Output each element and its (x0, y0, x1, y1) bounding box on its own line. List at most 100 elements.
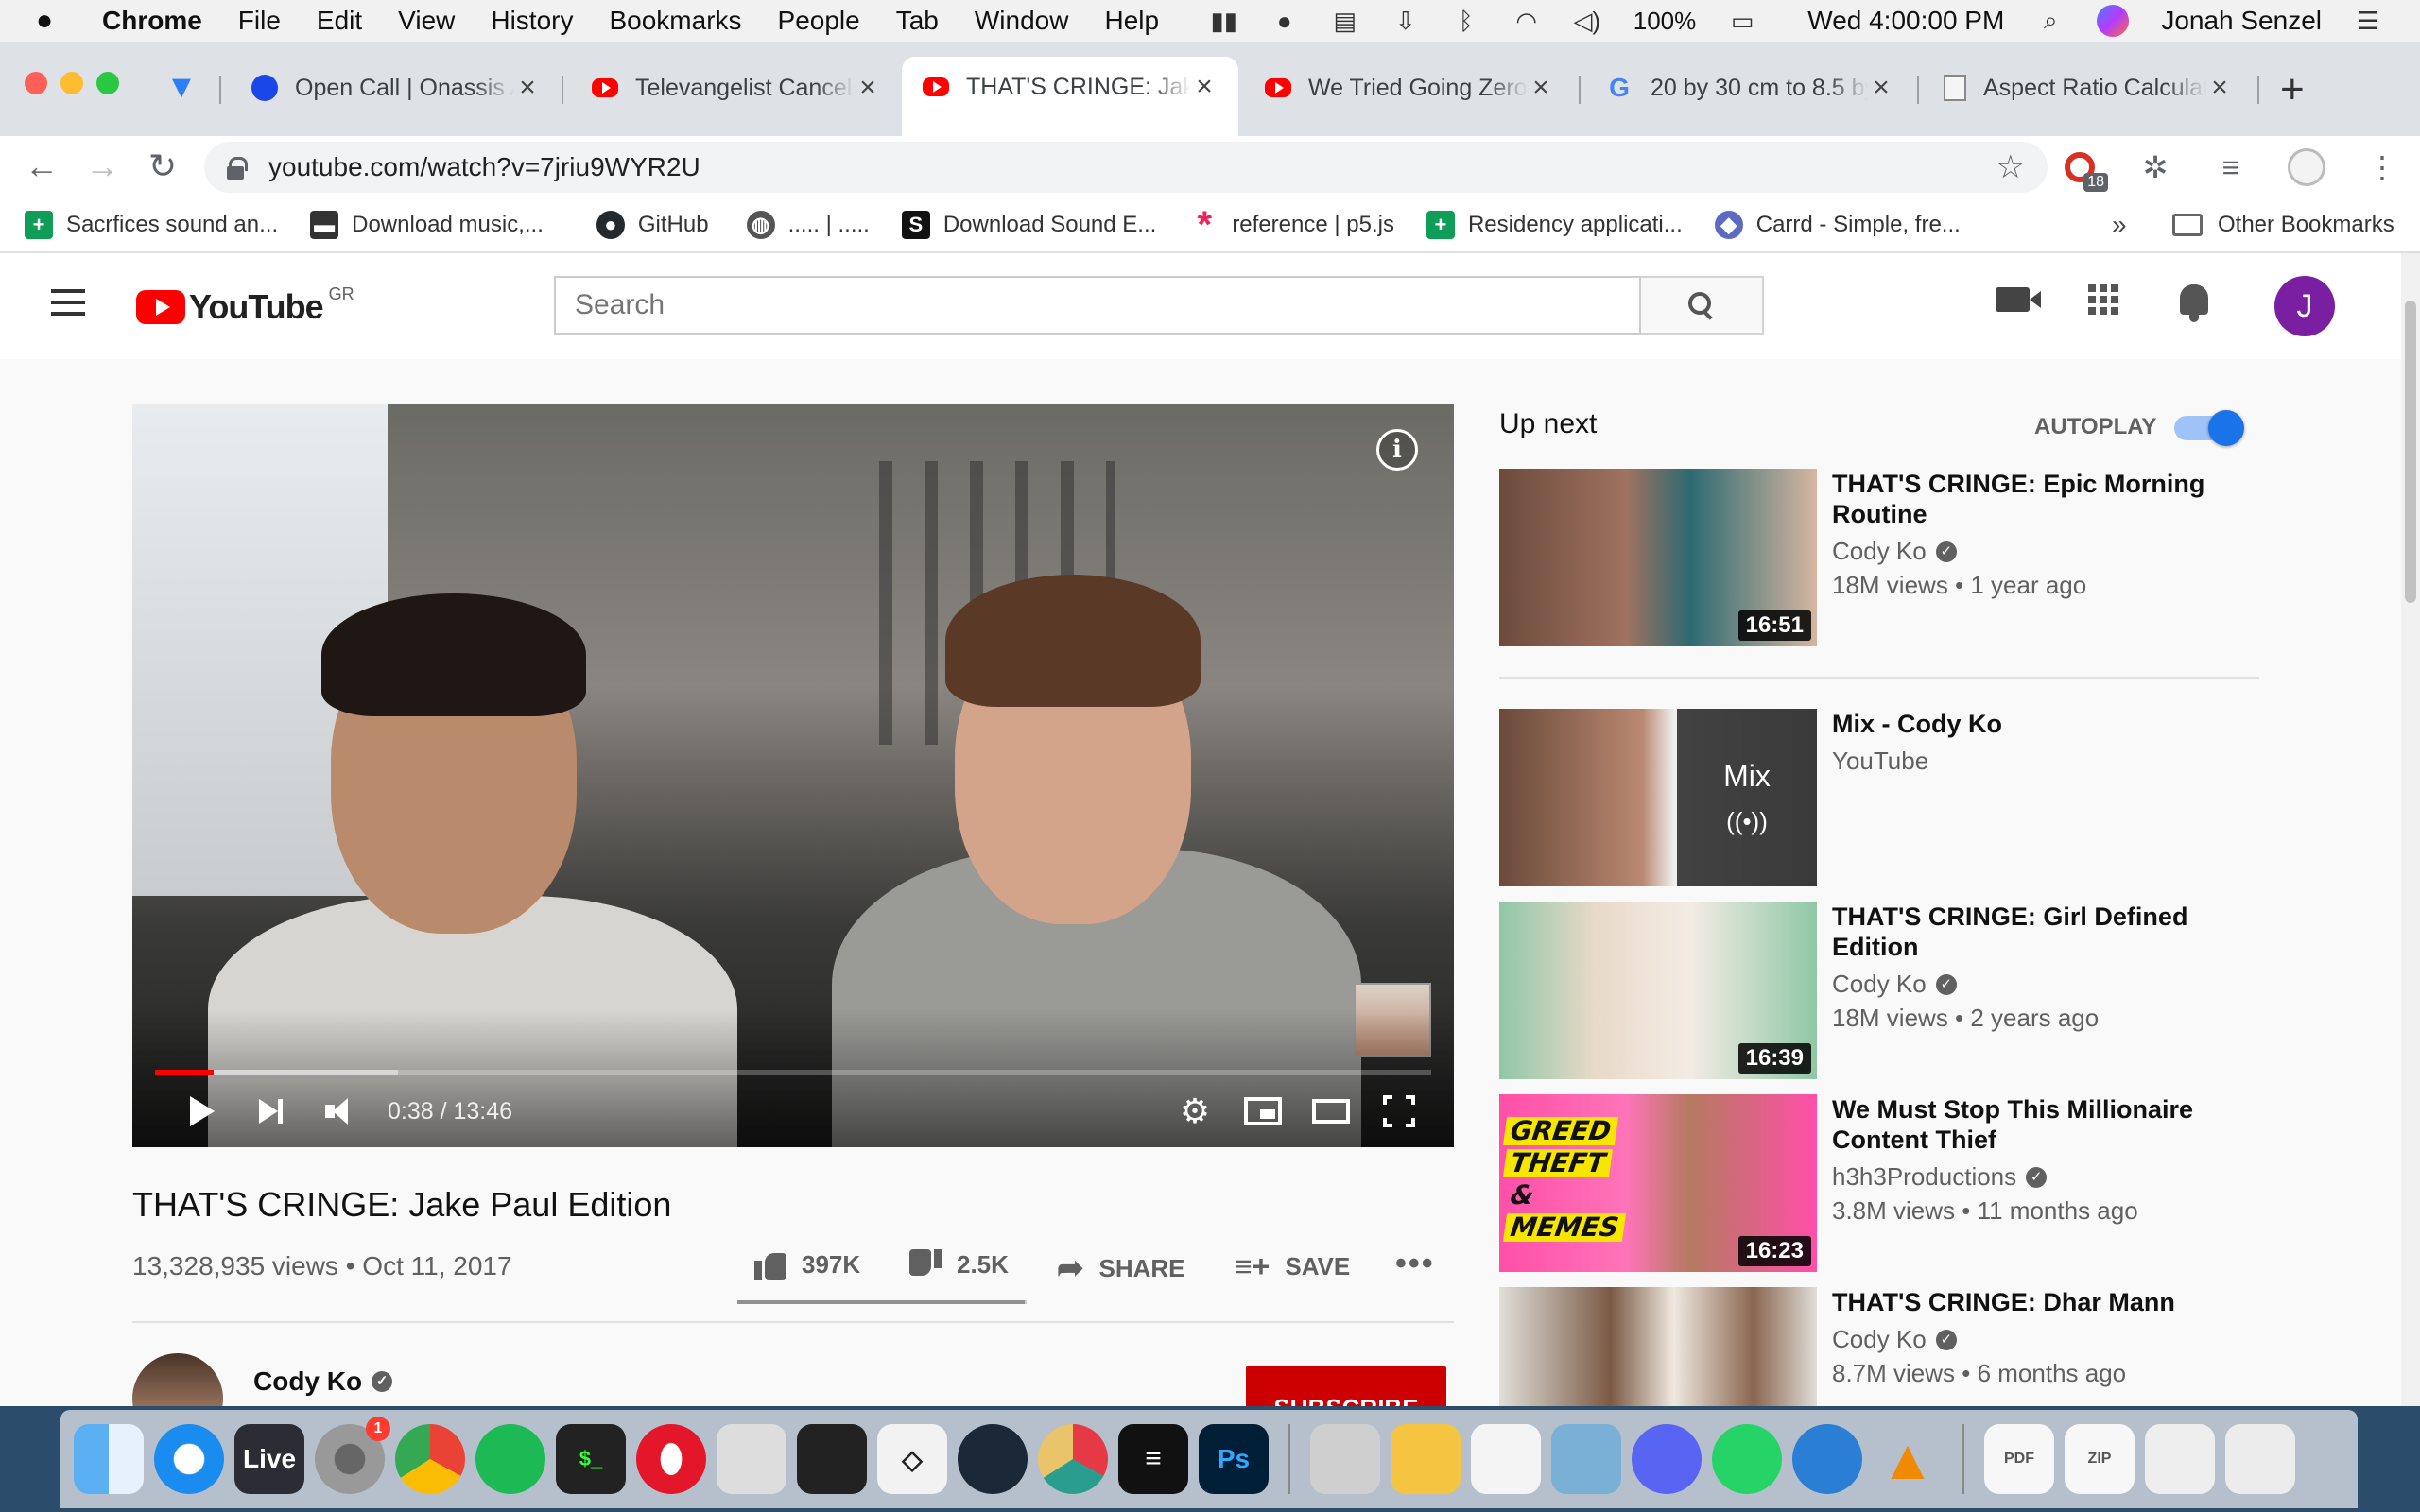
recommendation-channel[interactable]: Cody Ko ✓ (1832, 537, 1957, 566)
url-text[interactable]: youtube.com/watch?v=7jriu9WYR2U (268, 152, 700, 182)
chrome-icon[interactable] (395, 1424, 465, 1494)
theater-mode-button[interactable] (1308, 1092, 1354, 1130)
save-button[interactable]: ≡+ SAVE (1235, 1249, 1350, 1284)
recommendation-channel[interactable]: Cody Ko ✓ (1832, 970, 1957, 999)
ableton-live-icon[interactable]: Live (234, 1424, 304, 1494)
apple-menu-icon[interactable]: ● (36, 5, 74, 37)
bookmark-carrd[interactable]: ◆ Carrd - Simple, fre... (1714, 211, 1961, 239)
recommendation-item[interactable]: 16:39 THAT'S CRINGE: Girl Defined Editio… (1499, 902, 2259, 1079)
share-button[interactable]: ➦ SHARE (1057, 1249, 1185, 1287)
hat-icon[interactable]: ● (1270, 7, 1299, 35)
recommendation-thumbnail[interactable] (1499, 1287, 1817, 1406)
zip-file-icon[interactable]: ZIP (2065, 1424, 2135, 1494)
tab-google-conversion[interactable]: G 20 by 30 cm to 8.5 by 11 × (1584, 59, 1915, 117)
back-arrow-icon[interactable]: ← (23, 147, 60, 185)
bookmark-github[interactable]: ● GitHub (596, 211, 709, 239)
chrome-menu-icon[interactable]: ⋮ (2363, 148, 2401, 186)
recommendation-thumbnail[interactable]: GREED THEFT & MEMES 16:23 (1499, 1094, 1817, 1272)
menu-clock[interactable]: Wed 4:00:00 PM (1807, 6, 2004, 36)
address-bar[interactable]: youtube.com/watch?v=7jriu9WYR2U ☆ (204, 142, 2048, 193)
tab-televangelist[interactable]: Televangelist Cancels × (571, 59, 902, 117)
reaper-icon[interactable] (1038, 1424, 1108, 1494)
pdf-file-icon[interactable]: PDF (1984, 1424, 2054, 1494)
menu-help[interactable]: Help (1104, 6, 1159, 36)
recommendation-title[interactable]: THAT'S CRINGE: Dhar Mann (1832, 1287, 2248, 1317)
dashboard-icon[interactable]: ▮▮ (1210, 7, 1238, 35)
pinned-tab-icon[interactable]: ▼ (163, 70, 200, 104)
bookmarks-overflow-button[interactable]: » (2112, 210, 2127, 240)
notification-center-icon[interactable]: ☰ (2354, 7, 2382, 35)
textedit-icon[interactable] (1471, 1424, 1541, 1494)
menu-history[interactable]: History (491, 6, 573, 36)
steam-icon[interactable] (958, 1424, 1028, 1494)
recommendation-thumbnail[interactable]: 16:51 (1499, 469, 1817, 646)
youtube-logo[interactable]: YouTube GR (136, 284, 354, 327)
bookmark-sacrifices[interactable]: + Sacrfices sound an... (25, 211, 278, 239)
recommendation-item[interactable]: 16:51 THAT'S CRINGE: Epic Morning Routin… (1499, 469, 2259, 646)
unity-icon[interactable]: ◇ (877, 1424, 947, 1494)
wifi-icon[interactable]: ◠ (1512, 7, 1541, 35)
page-scrollbar[interactable] (2401, 253, 2420, 1406)
keychain-icon[interactable] (1310, 1424, 1380, 1494)
minimize-window-button[interactable] (60, 72, 83, 94)
flag-icon[interactable]: ▤ (1331, 7, 1359, 35)
bookmark-dots[interactable]: ◍ ..... | ..... (746, 211, 870, 239)
scrivener-icon[interactable] (717, 1424, 786, 1494)
search-input[interactable] (554, 276, 1641, 335)
siri-icon[interactable] (2097, 5, 2130, 37)
close-window-button[interactable] (25, 72, 47, 94)
tab-open-call[interactable]: Open Call | Onassis AIR × (231, 59, 562, 117)
whatsapp-icon[interactable] (1712, 1424, 1782, 1494)
opera-icon[interactable] (636, 1424, 706, 1494)
media-control-icon[interactable]: ≡ (2212, 148, 2250, 186)
menu-bookmarks[interactable]: Bookmarks (609, 6, 741, 36)
volume-icon[interactable]: ◁) (1573, 7, 1601, 35)
search-button[interactable] (1641, 276, 1764, 335)
bookmark-residency[interactable]: + Residency applicati... (1426, 211, 1683, 239)
menu-people[interactable]: People (778, 6, 860, 36)
hamburger-menu-icon[interactable] (51, 289, 85, 316)
lock-icon[interactable] (227, 157, 248, 180)
bluetooth-icon[interactable]: ᛒ (1452, 7, 1480, 35)
text-editor-icon[interactable]: ≡ (1118, 1424, 1188, 1494)
forward-arrow-icon[interactable]: → (83, 147, 121, 185)
recommendation-thumbnail[interactable]: 16:39 (1499, 902, 1817, 1079)
new-tab-button[interactable]: + (2280, 66, 2305, 113)
vlc-icon[interactable]: ▲ (1873, 1424, 1943, 1494)
subscribe-button[interactable]: SUBSCRIBE (1246, 1366, 1446, 1406)
create-video-icon[interactable] (1989, 276, 2041, 323)
notifications-bell-icon[interactable] (2170, 276, 2218, 323)
adblock-extension-icon[interactable]: 18 (2061, 148, 2108, 192)
battery-icon[interactable]: ▭ (1728, 7, 1756, 35)
spotify-icon[interactable] (475, 1424, 545, 1494)
menu-tab[interactable]: Tab (896, 6, 939, 36)
tab-close-icon[interactable]: × (2206, 72, 2233, 104)
download-icon[interactable]: ⇩ (1392, 7, 1420, 35)
fullscreen-button[interactable] (1378, 1092, 1420, 1130)
spotlight-search-icon[interactable]: ⌕ (2036, 6, 2065, 34)
safari-icon[interactable] (154, 1424, 224, 1494)
activity-monitor-icon[interactable] (797, 1424, 867, 1494)
play-button[interactable] (183, 1092, 221, 1130)
menu-view[interactable]: View (398, 6, 455, 36)
like-button[interactable]: 397K (754, 1249, 860, 1280)
tab-close-icon[interactable]: × (1868, 72, 1894, 104)
menu-app-name[interactable]: Chrome (102, 6, 202, 36)
menu-file[interactable]: File (238, 6, 281, 36)
channel-avatar[interactable] (132, 1353, 223, 1406)
info-icon[interactable]: i (1376, 429, 1418, 471)
reload-icon[interactable]: ↻ (144, 147, 182, 185)
recommendation-item[interactable]: THAT'S CRINGE: Dhar Mann Cody Ko ✓ 8.7M … (1499, 1287, 2259, 1406)
zoom-window-button[interactable] (96, 72, 119, 94)
recommendation-channel[interactable]: YouTube (1832, 747, 1928, 776)
scrollbar-thumb[interactable] (2405, 301, 2416, 603)
trash-icon[interactable] (2225, 1424, 2295, 1494)
video-player[interactable]: i 0:38 / 13:46 ⚙ (132, 404, 1454, 1147)
photoshop-icon[interactable]: Ps (1199, 1424, 1269, 1494)
recommendation-title[interactable]: THAT'S CRINGE: Epic Morning Routine (1832, 469, 2248, 529)
finder-icon[interactable] (74, 1424, 144, 1494)
miniplayer-button[interactable] (1240, 1092, 1286, 1130)
menu-user-name[interactable]: Jonah Senzel (2161, 6, 2322, 36)
downloads-stack-icon[interactable] (2145, 1424, 2215, 1494)
recommendation-thumbnail[interactable]: Mix ((•)) (1499, 709, 1817, 886)
